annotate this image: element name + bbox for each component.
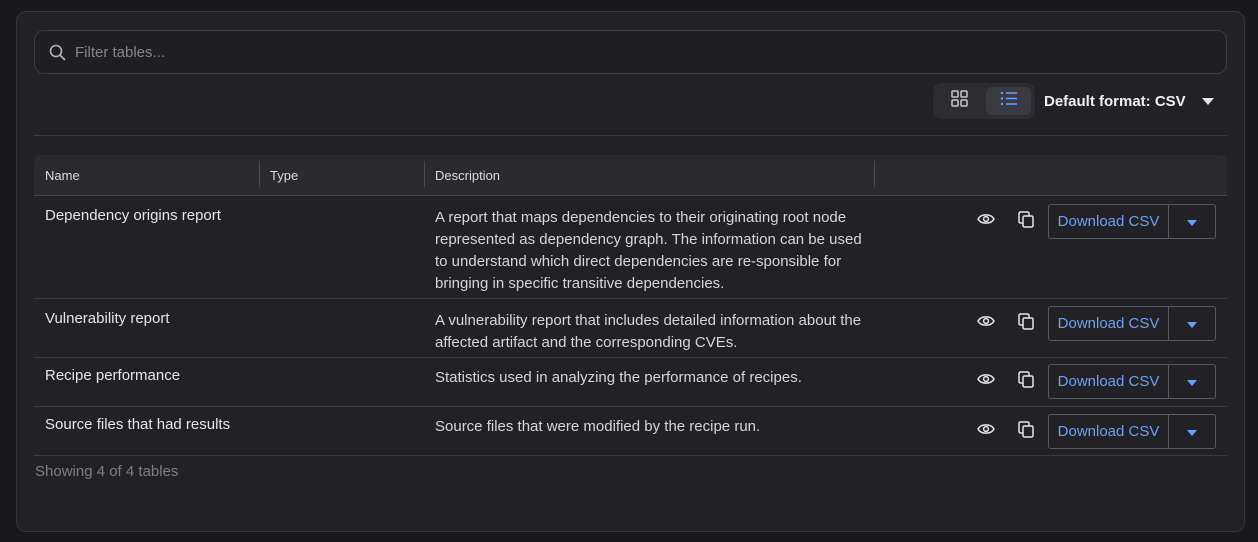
toolbar: Default format: CSV bbox=[933, 83, 1214, 119]
row-name: Source files that had results bbox=[45, 416, 231, 433]
row-actions: Download CSV bbox=[966, 204, 1216, 239]
table-summary: Showing 4 of 4 tables bbox=[35, 463, 179, 480]
search-box[interactable] bbox=[34, 30, 1227, 74]
tables-table: Name Type Description Dependency origins… bbox=[34, 155, 1227, 456]
download-options-button[interactable] bbox=[1169, 365, 1215, 398]
copy-button[interactable] bbox=[1006, 307, 1046, 341]
download-csv-button[interactable]: Download CSV bbox=[1049, 307, 1169, 340]
row-actions: Download CSV bbox=[966, 414, 1216, 449]
list-view-button[interactable] bbox=[986, 87, 1031, 115]
default-format-label[interactable]: Default format: CSV bbox=[1044, 93, 1186, 110]
download-group: Download CSV bbox=[1048, 306, 1216, 341]
divider bbox=[34, 135, 1227, 136]
download-options-button[interactable] bbox=[1169, 205, 1215, 238]
download-csv-button[interactable]: Download CSV bbox=[1049, 205, 1169, 238]
view-toggle bbox=[933, 83, 1035, 119]
list-icon bbox=[1000, 91, 1018, 111]
row-description: Statistics used in analyzing the perform… bbox=[435, 369, 802, 386]
copy-icon bbox=[1018, 420, 1034, 443]
eye-icon bbox=[977, 422, 995, 441]
preview-button[interactable] bbox=[966, 205, 1006, 239]
search-input[interactable] bbox=[75, 43, 1175, 61]
row-description: A vulnerability report that includes det… bbox=[435, 312, 862, 351]
eye-icon bbox=[977, 212, 995, 231]
row-name: Dependency origins report bbox=[45, 207, 221, 224]
caret-down-icon bbox=[1187, 373, 1197, 391]
download-options-button[interactable] bbox=[1169, 415, 1215, 448]
table-row: Source files that had results Source fil… bbox=[34, 407, 1227, 456]
row-name: Recipe performance bbox=[45, 367, 181, 384]
caret-down-icon[interactable] bbox=[1201, 97, 1214, 105]
copy-icon bbox=[1018, 370, 1034, 393]
row-actions: Download CSV bbox=[966, 364, 1216, 399]
eye-icon bbox=[977, 372, 995, 391]
row-actions: Download CSV bbox=[966, 306, 1216, 341]
preview-button[interactable] bbox=[966, 415, 1006, 449]
caret-down-icon bbox=[1187, 315, 1197, 333]
column-resizer[interactable] bbox=[259, 161, 260, 187]
search-icon bbox=[49, 43, 67, 61]
copy-icon bbox=[1018, 312, 1034, 335]
download-csv-button[interactable]: Download CSV bbox=[1049, 415, 1169, 448]
row-name: Vulnerability report bbox=[45, 310, 170, 327]
column-header-name[interactable]: Name bbox=[45, 168, 80, 183]
column-header-type[interactable]: Type bbox=[270, 168, 298, 183]
download-group: Download CSV bbox=[1048, 414, 1216, 449]
download-csv-button[interactable]: Download CSV bbox=[1049, 365, 1169, 398]
table-row: Recipe performance Statistics used in an… bbox=[34, 358, 1227, 407]
grid-view-button[interactable] bbox=[937, 87, 982, 115]
tables-panel: Default format: CSV Name Type Descriptio… bbox=[16, 11, 1245, 532]
row-description: Source files that were modified by the r… bbox=[435, 418, 761, 435]
table-header: Name Type Description bbox=[34, 155, 1227, 196]
column-header-description[interactable]: Description bbox=[435, 168, 500, 183]
preview-button[interactable] bbox=[966, 365, 1006, 399]
preview-button[interactable] bbox=[966, 307, 1006, 341]
download-group: Download CSV bbox=[1048, 364, 1216, 399]
column-resizer[interactable] bbox=[874, 161, 875, 187]
column-resizer[interactable] bbox=[424, 161, 425, 187]
table-row: Vulnerability report A vulnerability rep… bbox=[34, 299, 1227, 358]
grid-icon bbox=[951, 90, 968, 112]
row-description: A report that maps dependencies to their… bbox=[435, 209, 862, 292]
copy-button[interactable] bbox=[1006, 365, 1046, 399]
caret-down-icon bbox=[1187, 213, 1197, 231]
download-options-button[interactable] bbox=[1169, 307, 1215, 340]
copy-button[interactable] bbox=[1006, 205, 1046, 239]
download-group: Download CSV bbox=[1048, 204, 1216, 239]
eye-icon bbox=[977, 314, 995, 333]
copy-icon bbox=[1018, 210, 1034, 233]
copy-button[interactable] bbox=[1006, 415, 1046, 449]
table-row: Dependency origins report A report that … bbox=[34, 196, 1227, 299]
caret-down-icon bbox=[1187, 423, 1197, 441]
